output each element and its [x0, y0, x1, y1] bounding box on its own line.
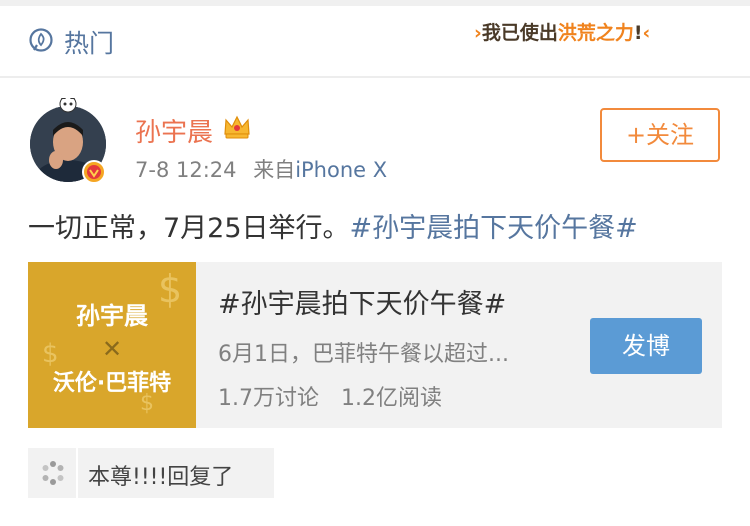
topic-title[interactable]: #孙宇晨拍下天价午餐# — [218, 282, 506, 321]
reply-text: 本尊!!!!回复了 — [88, 465, 234, 490]
post-text: 一切正常，7月25日举行。#孙宇晨拍下天价午餐# — [28, 206, 638, 245]
post-body: 一切正常，7月25日举行。 — [28, 213, 350, 244]
loading-spinner-icon — [42, 461, 64, 485]
hot-location-icon — [29, 28, 53, 52]
post-hashtag[interactable]: #孙宇晨拍下天价午餐# — [350, 213, 638, 244]
post-source-prefix: 来自 — [253, 158, 296, 182]
topic-description: 6月1日，巴菲特午餐以超过... — [218, 342, 509, 367]
slogan-spark-left: › — [474, 22, 482, 44]
avatar[interactable] — [28, 98, 108, 184]
topic-thumbnail: $ $ $ 孙宇晨 ✕ 沃伦·巴菲特 — [28, 262, 196, 428]
dollar-deco-icon: $ — [42, 339, 59, 369]
slogan-spark-right: ‹ — [642, 22, 651, 44]
dollar-deco-icon: $ — [158, 267, 182, 311]
post-source[interactable]: iPhone X — [295, 158, 387, 182]
header: 热门 ›我已使出洪荒之力!‹ — [0, 6, 750, 78]
topic-card[interactable]: $ $ $ 孙宇晨 ✕ 沃伦·巴菲特 #孙宇晨拍下天价午餐# 6月1日，巴菲特午… — [28, 262, 722, 428]
mascot-icon — [59, 98, 77, 113]
topic-reads: 1.2亿阅读 — [341, 386, 442, 411]
post-meta: 7-8 12:24 来自iPhone X — [135, 154, 387, 184]
reply-divider — [76, 448, 78, 498]
hot-tab-label[interactable]: 热门 — [64, 24, 114, 60]
slogan-highlight: 洪荒之力 — [557, 22, 634, 44]
thumb-cross: ✕ — [102, 335, 122, 363]
vip-crown-icon — [224, 115, 250, 139]
thumb-line1: 孙宇晨 — [76, 302, 149, 330]
user-name[interactable]: 孙宇晨 — [135, 112, 213, 149]
thumb-line2: 沃伦·巴菲特 — [53, 370, 171, 396]
slogan-before: 我已使出 — [481, 22, 558, 44]
reply-chip[interactable]: 本尊!!!!回复了 — [28, 448, 274, 498]
topic-stats: 1.7万讨论 1.2亿阅读 — [218, 380, 442, 412]
post-weibo-button[interactable]: 发博 — [590, 318, 702, 374]
follow-button[interactable]: +关注 — [600, 108, 720, 162]
verified-badge-icon — [82, 160, 106, 184]
slogan-after: ! — [633, 22, 643, 44]
slogan-banner: ›我已使出洪荒之力!‹ — [474, 18, 694, 52]
post-time: 7-8 12:24 — [135, 158, 237, 182]
topic-discussions: 1.7万讨论 — [218, 386, 319, 411]
